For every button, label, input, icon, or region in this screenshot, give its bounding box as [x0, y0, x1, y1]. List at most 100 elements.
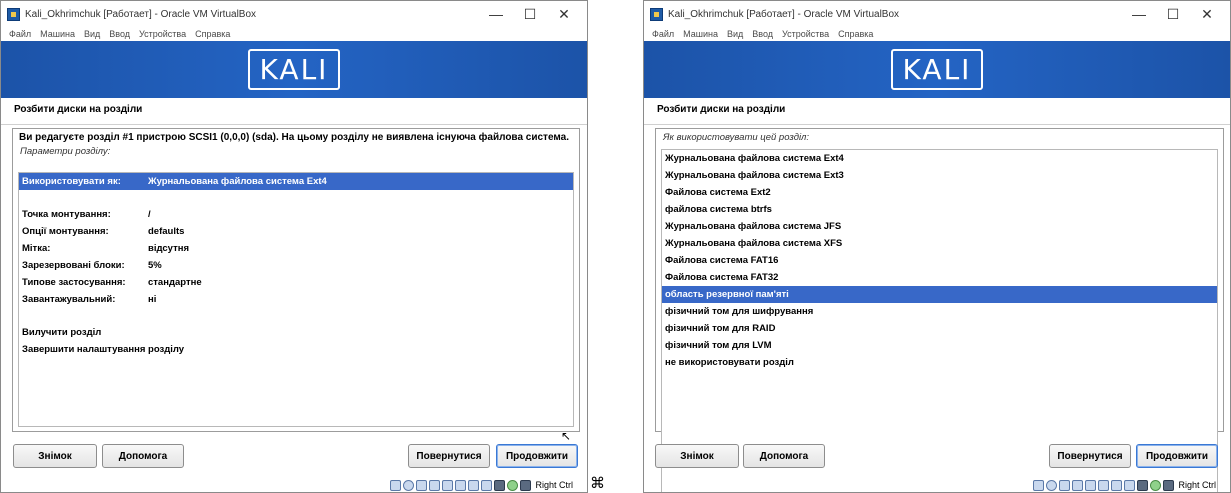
param-row-mount-options[interactable]: Опції монтування: defaults	[19, 223, 573, 240]
menu-view[interactable]: Вид	[84, 29, 100, 39]
audio-icon[interactable]	[1059, 479, 1071, 491]
close-button[interactable]: ✕	[547, 1, 581, 27]
hdd-icon[interactable]	[1033, 479, 1045, 491]
menu-file[interactable]: Файл	[9, 29, 31, 39]
minimize-button[interactable]: —	[1122, 1, 1156, 27]
menu-help[interactable]: Справка	[195, 29, 230, 39]
menu-devices[interactable]: Устройства	[782, 29, 829, 39]
menu-machine[interactable]: Машина	[40, 29, 75, 39]
param-row-typical-usage[interactable]: Типове застосування: стандартне	[19, 274, 573, 291]
param-key: Точка монтування:	[22, 209, 111, 220]
partition-description: Ви редагуєте розділ #1 пристрою SCSI1 (0…	[19, 132, 569, 143]
filesystem-option[interactable]: Журнальована файлова система Ext4	[662, 150, 1217, 167]
params-subtitle: Параметри розділу:	[20, 146, 111, 157]
continue-button[interactable]: Продовжити	[496, 444, 578, 468]
help-button[interactable]: Допомога	[743, 444, 825, 468]
param-row-mount-point[interactable]: Точка монтування: /	[19, 206, 573, 223]
options-subtitle: Як використовувати цей розділ:	[663, 132, 810, 143]
hdd-icon[interactable]	[390, 479, 402, 491]
filesystem-option[interactable]: файлова система btrfs	[662, 201, 1217, 218]
menu-machine[interactable]: Машина	[683, 29, 718, 39]
mouse-integration-icon[interactable]	[507, 479, 519, 491]
host-key-label: Right Ctrl	[535, 480, 573, 490]
section-title: Розбити диски на розділи	[657, 104, 786, 115]
window-title: Kali_Okhrimchuk [Работает] - Oracle VM V…	[668, 8, 900, 20]
video-capture-icon[interactable]	[1124, 479, 1136, 491]
installer-screen: Розбити диски на розділи Як використовув…	[644, 98, 1230, 492]
param-key: Зарезервовані блоки:	[22, 260, 125, 271]
display-icon[interactable]	[1111, 479, 1123, 491]
window-controls: — ☐ ✕	[1122, 1, 1224, 27]
filesystem-option[interactable]: фізичний том для RAID	[662, 320, 1217, 337]
window-title: Kali_Okhrimchuk [Работает] - Oracle VM V…	[25, 8, 257, 20]
help-button[interactable]: Допомога	[102, 444, 184, 468]
display-icon[interactable]	[468, 479, 480, 491]
virtualbox-icon	[7, 7, 20, 21]
screenshot-button[interactable]: Знімок	[13, 444, 97, 468]
title-bar[interactable]: Kali_Okhrimchuk [Работает] - Oracle VM V…	[1, 1, 587, 27]
menu-bar: Файл Машина Вид Ввод Устройства Справка	[644, 27, 1230, 41]
minimize-button[interactable]: —	[479, 1, 513, 27]
network-icon[interactable]	[1072, 479, 1084, 491]
mouse-integration-icon[interactable]	[1150, 479, 1162, 491]
param-row-label[interactable]: Мітка: відсутня	[19, 240, 573, 257]
menu-help[interactable]: Справка	[838, 29, 873, 39]
param-value: /	[148, 209, 151, 220]
cpu-icon[interactable]	[1137, 479, 1149, 491]
param-row-reserved-blocks[interactable]: Зарезервовані блоки: 5%	[19, 257, 573, 274]
cd-icon[interactable]	[403, 479, 415, 491]
menu-input[interactable]: Ввод	[109, 29, 130, 39]
installer-screen: Розбити диски на розділи Ви редагуєте ро…	[1, 98, 587, 492]
usb-icon[interactable]	[1085, 479, 1097, 491]
network-icon[interactable]	[429, 479, 441, 491]
menu-file[interactable]: Файл	[652, 29, 674, 39]
params-list: Використовувати як: Журнальована файлова…	[18, 172, 574, 427]
title-bar[interactable]: Kali_Okhrimchuk [Работает] - Oracle VM V…	[644, 1, 1230, 27]
param-row-use-as[interactable]: Використовувати як: Журнальована файлова…	[19, 173, 573, 190]
mouse-pointer-icon: ↖	[561, 429, 572, 443]
param-key: Використовувати як:	[22, 176, 121, 187]
shared-folder-icon[interactable]	[1098, 479, 1110, 491]
usb-icon[interactable]	[442, 479, 454, 491]
param-row-bootable[interactable]: Завантажувальний: ні	[19, 291, 573, 308]
finish-partition-item[interactable]: Завершити налаштування розділу	[19, 341, 573, 358]
delete-partition-item[interactable]: Вилучити розділ	[19, 324, 573, 341]
menu-view[interactable]: Вид	[727, 29, 743, 39]
keyboard-capture-icon[interactable]	[520, 479, 532, 491]
host-key-label: Right Ctrl	[1178, 480, 1216, 490]
filesystem-option[interactable]: Файлова система FAT32	[662, 269, 1217, 286]
virtualbox-icon	[650, 7, 663, 21]
menu-input[interactable]: Ввод	[752, 29, 773, 39]
maximize-button[interactable]: ☐	[513, 1, 547, 27]
keyboard-capture-icon[interactable]	[1163, 479, 1175, 491]
filesystem-option[interactable]: Файлова система Ext2	[662, 184, 1217, 201]
param-value: ні	[148, 294, 157, 305]
param-value: defaults	[148, 226, 185, 237]
kali-banner: KALI	[1, 41, 587, 98]
maximize-button[interactable]: ☐	[1156, 1, 1190, 27]
window-controls: — ☐ ✕	[479, 1, 581, 27]
shared-folder-icon[interactable]	[455, 479, 467, 491]
filesystem-option[interactable]: не використовувати розділ	[662, 354, 1217, 371]
filesystem-option[interactable]: фізичний том для шифрування	[662, 303, 1217, 320]
cd-icon[interactable]	[1046, 479, 1058, 491]
back-button[interactable]: Повернутися	[408, 444, 490, 468]
audio-icon[interactable]	[416, 479, 428, 491]
filesystem-option[interactable]: Журнальована файлова система XFS	[662, 235, 1217, 252]
filesystem-option[interactable]: Журнальована файлова система JFS	[662, 218, 1217, 235]
screenshot-button[interactable]: Знімок	[655, 444, 739, 468]
video-capture-icon[interactable]	[481, 479, 493, 491]
cpu-icon[interactable]	[494, 479, 506, 491]
filesystem-option[interactable]: Файлова система FAT16	[662, 252, 1217, 269]
param-value: Журнальована файлова система Ext4	[148, 176, 327, 187]
filesystem-option[interactable]: Журнальована файлова система Ext3	[662, 167, 1217, 184]
close-button[interactable]: ✕	[1190, 1, 1224, 27]
continue-button[interactable]: Продовжити	[1136, 444, 1218, 468]
filesystem-option[interactable]: область резервної пам'яті	[662, 286, 1217, 303]
filesystem-option[interactable]: фізичний том для LVM	[662, 337, 1217, 354]
menu-devices[interactable]: Устройства	[139, 29, 186, 39]
param-key: Мітка:	[22, 243, 51, 254]
back-button[interactable]: Повернутися	[1049, 444, 1131, 468]
